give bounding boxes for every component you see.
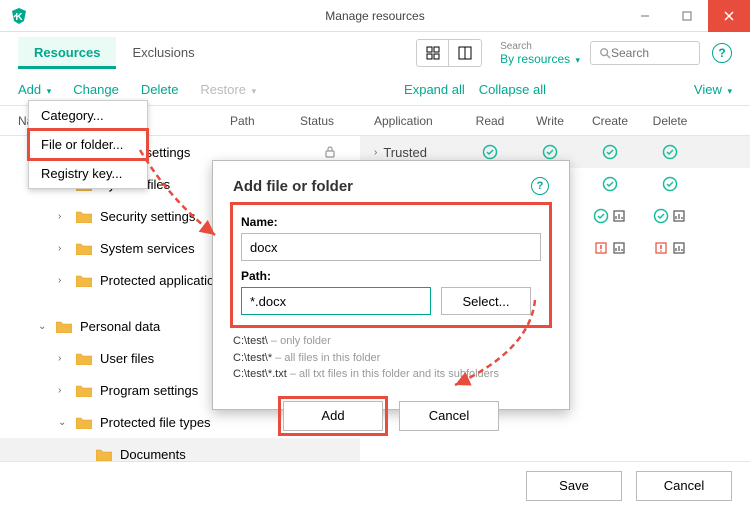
search-mode-dropdown[interactable]: By resources ▾: [500, 52, 580, 66]
app-logo: K: [10, 7, 28, 25]
minimize-button[interactable]: [624, 0, 666, 32]
col-write: Write: [520, 114, 580, 128]
path-label: Path:: [241, 269, 541, 283]
bottom-bar: Save Cancel: [0, 461, 750, 509]
col-create: Create: [580, 114, 640, 128]
col-read: Read: [460, 114, 520, 128]
delete-button[interactable]: Delete: [141, 82, 179, 97]
close-button[interactable]: [708, 0, 750, 32]
dialog-title: Add file or folder: [233, 178, 353, 195]
name-label: Name:: [241, 215, 541, 229]
add-file-or-folder-dialog: Add file or folder ? Name: Path: Select.…: [212, 160, 570, 410]
tab-resources[interactable]: Resources: [18, 37, 116, 69]
dialog-help-button[interactable]: ?: [531, 177, 549, 195]
view-mode-grid[interactable]: [417, 40, 449, 66]
search-box[interactable]: [590, 41, 700, 65]
search-input[interactable]: [611, 46, 691, 60]
maximize-button[interactable]: [666, 0, 708, 32]
perm-delete[interactable]: [640, 240, 700, 256]
search-label: Search: [500, 41, 574, 52]
cancel-button[interactable]: Cancel: [636, 471, 732, 501]
add-menu-file-or-folder[interactable]: File or folder...: [29, 130, 147, 159]
add-menu-category[interactable]: Category...: [29, 101, 147, 130]
save-button[interactable]: Save: [526, 471, 622, 501]
add-menu: Category... File or folder... Registry k…: [28, 100, 148, 189]
collapse-all-button[interactable]: Collapse all: [479, 82, 546, 97]
select-button[interactable]: Select...: [441, 287, 531, 315]
help-button[interactable]: ?: [712, 43, 732, 63]
add-dropdown[interactable]: Add ▾: [18, 82, 51, 97]
path-input[interactable]: [241, 287, 431, 315]
perm-create[interactable]: [580, 176, 640, 192]
col-application: Application: [360, 114, 460, 128]
view-dropdown[interactable]: View ▾: [694, 82, 732, 97]
dialog-add-button[interactable]: Add: [283, 401, 383, 431]
col-status: Status: [300, 114, 360, 128]
dialog-cancel-button[interactable]: Cancel: [399, 401, 499, 431]
svg-text:K: K: [15, 12, 23, 23]
expand-all-button[interactable]: Expand all: [404, 82, 465, 97]
view-mode-split[interactable]: [449, 40, 481, 66]
path-hints: C:\test\ – only folder C:\test\* – all f…: [233, 333, 549, 383]
tab-exclusions[interactable]: Exclusions: [116, 37, 210, 69]
restore-dropdown: Restore ▾: [200, 82, 256, 97]
perm-create[interactable]: [580, 240, 640, 256]
lock-icon: [322, 144, 338, 160]
toolbar-tabs: Resources Exclusions Search By resources…: [0, 32, 750, 74]
app-group-trusted[interactable]: ›Trusted: [360, 145, 460, 160]
perm-delete[interactable]: [640, 208, 700, 224]
perm-read[interactable]: [460, 144, 520, 160]
perm-delete[interactable]: [640, 176, 700, 192]
perm-create[interactable]: [580, 208, 640, 224]
col-path: Path: [230, 114, 300, 128]
change-button[interactable]: Change: [73, 82, 119, 97]
perm-create[interactable]: [580, 144, 640, 160]
col-delete: Delete: [640, 114, 700, 128]
name-input[interactable]: [241, 233, 541, 261]
titlebar: K Manage resources: [0, 0, 750, 32]
perm-write[interactable]: [520, 144, 580, 160]
perm-delete[interactable]: [640, 144, 700, 160]
add-menu-registry-key[interactable]: Registry key...: [29, 159, 147, 188]
window-title: Manage resources: [325, 9, 424, 23]
